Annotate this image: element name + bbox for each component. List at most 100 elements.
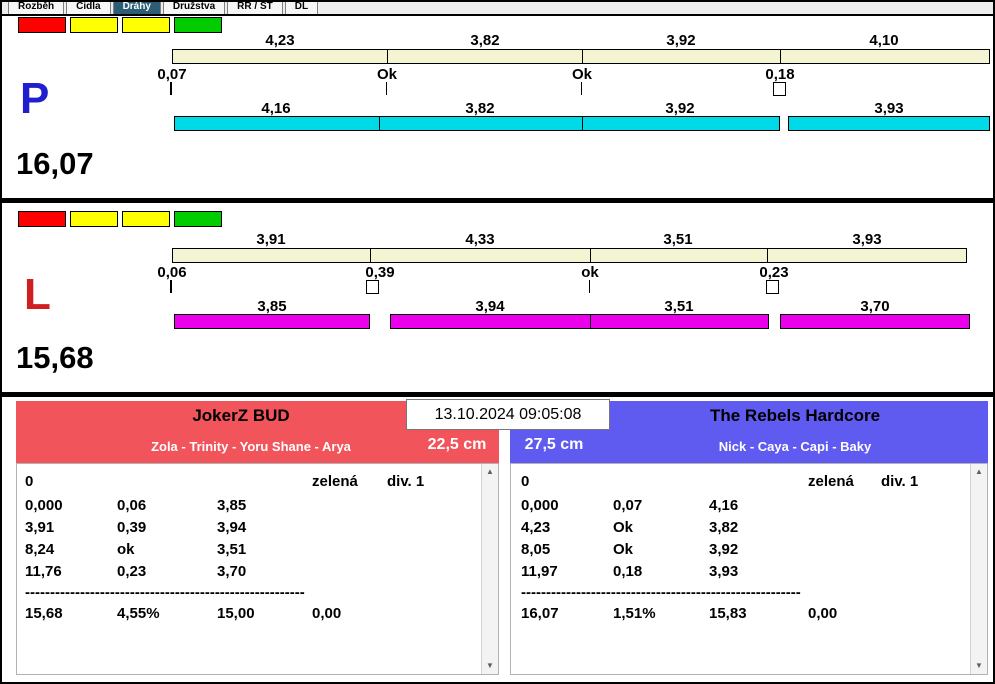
team-name-right: The Rebels Hardcore: [709, 406, 881, 425]
vertical-scrollbar[interactable]: ▲ ▼: [970, 464, 987, 674]
run-time-1: 4,16: [261, 100, 291, 117]
cross-time-2: 0,39: [365, 264, 395, 281]
app-window: Rozběh Čidla Dráhy Družstva RR / ST DL 4…: [0, 0, 995, 684]
cumulative-time: 8,24: [25, 541, 55, 558]
run-time: 4,16: [709, 497, 739, 514]
tab-dl[interactable]: DL: [284, 2, 319, 14]
run-number: 0: [25, 473, 34, 490]
tab-rr-st[interactable]: RR / ST: [227, 2, 283, 14]
split-time-1: 4,23: [265, 32, 295, 49]
tab-bar: Rozběh Čidla Dráhy Družstva RR / ST DL: [2, 2, 993, 14]
tick-mark: [387, 50, 388, 63]
table-row: 3,91 0,39 3,94: [17, 519, 481, 539]
scroll-down-icon[interactable]: ▼: [482, 658, 498, 674]
vertical-scrollbar[interactable]: ▲ ▼: [481, 464, 498, 674]
cross-time: 0,39: [117, 519, 147, 536]
datetime-display: 13.10.2024 09:05:08: [406, 399, 610, 430]
tab-druzstva[interactable]: Družstva: [162, 2, 226, 14]
cross-time-1: 0,06: [157, 264, 187, 281]
run-time: 3,70: [217, 563, 247, 580]
run-time-1: 3,85: [257, 298, 287, 315]
status-light-4: [174, 17, 222, 33]
cross-time-4: 0,23: [759, 264, 789, 281]
tick-mark: [379, 117, 380, 130]
status-light-1: [18, 211, 66, 227]
timeline-bar: [172, 49, 990, 64]
scroll-up-icon[interactable]: ▲: [482, 464, 498, 480]
run-bar-last: [780, 314, 970, 329]
cumulative-time: 4,23: [521, 519, 551, 536]
scroll-up-icon[interactable]: ▲: [971, 464, 987, 480]
cross-time-4: 0,18: [765, 66, 795, 83]
jump-height-left: 22,5 cm: [427, 436, 487, 453]
lane-letter-l: L: [24, 270, 51, 319]
run-time: 3,85: [217, 497, 247, 514]
table-row: 8,24 ok 3,51: [17, 541, 481, 561]
run-bar-main: [174, 116, 780, 131]
split-time-3: 3,51: [663, 231, 693, 248]
cross-mark-start: [170, 280, 172, 293]
lane-letter-p: P: [20, 74, 50, 123]
run-time-4: 3,93: [874, 100, 904, 117]
lane-total-l: 15,68: [16, 340, 94, 375]
total-net: 15,83: [709, 605, 747, 622]
total-percent: 4,55%: [117, 605, 160, 622]
team-members-right: Nick - Caya - Capi - Baky: [718, 439, 872, 454]
table-row: 0 zelená div. 1: [17, 473, 481, 493]
run-time-2: 3,94: [475, 298, 505, 315]
split-time-2: 4,33: [465, 231, 495, 248]
run-bar-last: [788, 116, 990, 131]
cross-time-1: 0,07: [157, 66, 187, 83]
cross-time-2: Ok: [376, 66, 397, 83]
table-totals-row: 15,68 4,55% 15,00 0,00: [17, 605, 481, 625]
cross-mark-start: [170, 82, 172, 95]
run-time: 3,82: [709, 519, 739, 536]
run-time-4: 3,70: [860, 298, 890, 315]
cross-time: Ok: [613, 519, 634, 536]
total-time: 16,07: [521, 605, 559, 622]
table-row: 11,97 0,18 3,93: [511, 563, 970, 583]
color-name: zelená: [312, 473, 358, 490]
status-light-2: [70, 17, 118, 33]
cumulative-time: 0,000: [25, 497, 63, 514]
split-time-3: 3,92: [666, 32, 696, 49]
total-percent: 1,51%: [613, 605, 656, 622]
lane-panel-p: 4,23 3,82 3,92 4,10 0,07 Ok Ok 0,18 4,16…: [2, 15, 993, 199]
split-time-4: 4,10: [869, 32, 899, 49]
cross-fault-checkbox-2[interactable]: [766, 280, 779, 294]
run-time: 3,94: [217, 519, 247, 536]
color-name: zelená: [808, 473, 854, 490]
status-light-3: [122, 17, 170, 33]
table-row: 11,76 0,23 3,70: [17, 563, 481, 583]
cumulative-time: 11,97: [521, 563, 558, 580]
timeline-bar: [172, 248, 967, 263]
split-time-4: 3,93: [852, 231, 882, 248]
status-light-1: [18, 17, 66, 33]
cross-time: 0,18: [613, 563, 643, 580]
total-penalty: 0,00: [808, 605, 838, 622]
scroll-down-icon[interactable]: ▼: [971, 658, 987, 674]
run-time-3: 3,92: [665, 100, 695, 117]
tick-mark: [582, 50, 583, 63]
cross-time: 0,07: [613, 497, 643, 514]
results-table-left: 0 zelená div. 1 0,000 0,06 3,85 3,91 0,3…: [16, 463, 499, 675]
table-row: 0 zelená div. 1: [511, 473, 970, 493]
run-number: 0: [521, 473, 530, 490]
lane-panel-l: 3,91 4,33 3,51 3,93 0,06 0,39 ok 0,23 3,…: [2, 203, 993, 392]
run-bar-main: [390, 314, 769, 329]
cross-fault-checkbox-1[interactable]: [366, 280, 379, 294]
tab-rozbeh[interactable]: Rozběh: [8, 2, 65, 14]
cross-fault-checkbox[interactable]: [773, 82, 786, 96]
table-row: 0,000 0,06 3,85: [17, 497, 481, 517]
cross-time: ok: [117, 541, 135, 558]
cross-time: Ok: [613, 541, 634, 558]
tab-drahy[interactable]: Dráhy: [112, 2, 161, 14]
split-time-2: 3,82: [470, 32, 500, 49]
cross-time-3: ok: [581, 264, 599, 281]
run-time-2: 3,82: [465, 100, 495, 117]
tab-cidla[interactable]: Čidla: [66, 2, 111, 14]
jump-height-right: 27,5 cm: [524, 436, 584, 453]
status-light-4: [174, 211, 222, 227]
tick-mark: [590, 315, 591, 328]
cumulative-time: 3,91: [25, 519, 55, 536]
